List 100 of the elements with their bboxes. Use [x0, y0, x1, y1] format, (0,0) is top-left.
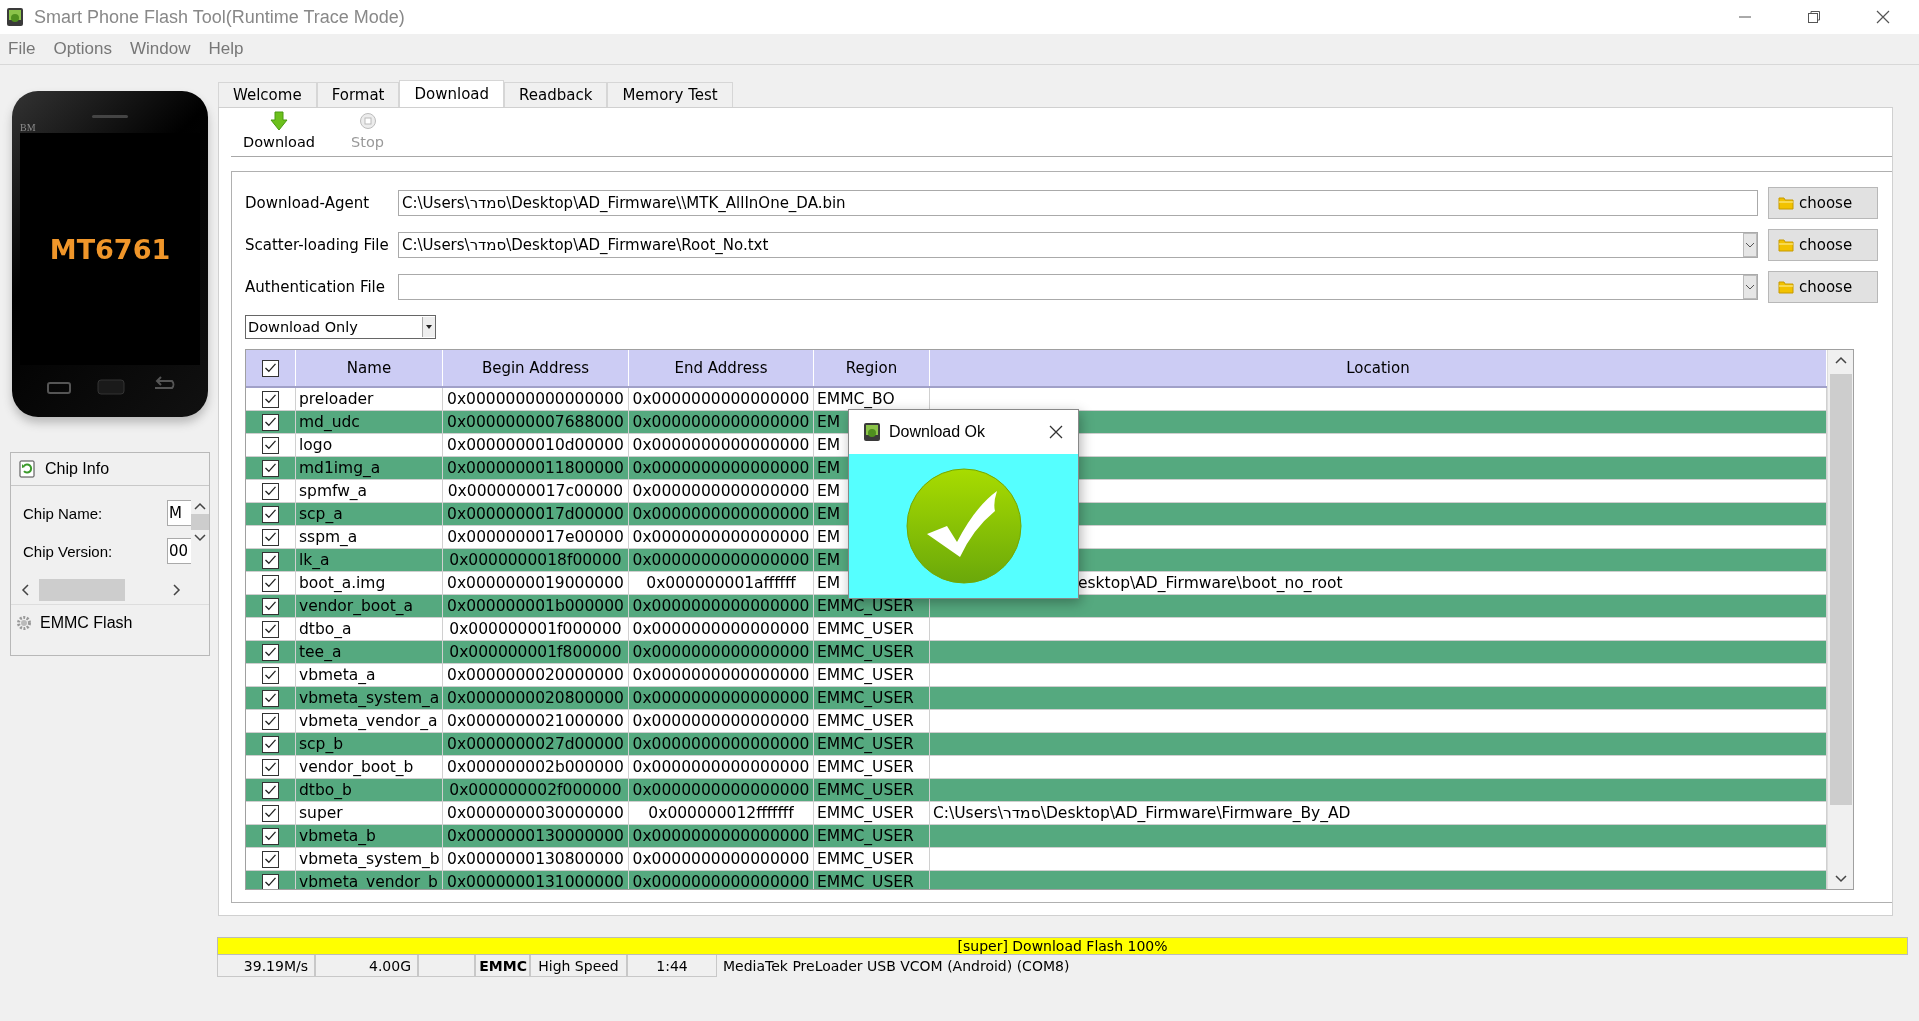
checkbox[interactable]: [262, 666, 279, 684]
table-cell: 0x0000000130800000: [443, 848, 629, 870]
table-cell: 0x0000000000000000: [629, 549, 814, 571]
table-cell: 0x000000001b000000: [443, 595, 629, 617]
close-icon[interactable]: [1875, 9, 1891, 25]
tab[interactable]: Download: [399, 80, 505, 107]
stop-icon: [358, 111, 377, 131]
table-cell: 0x0000000018f00000: [443, 549, 629, 571]
checkbox[interactable]: [262, 413, 279, 431]
table-cell: EMMC_USER: [814, 733, 930, 755]
checkbox[interactable]: [262, 528, 279, 546]
choose-button[interactable]: choose: [1768, 271, 1878, 303]
dropdown[interactable]: Download Only: [245, 315, 436, 339]
checkbox[interactable]: [262, 359, 279, 377]
table-cell: 0x0000000000000000: [629, 457, 814, 479]
status-cell: [418, 955, 475, 977]
table-cell: 0x0000000000000000: [443, 388, 629, 410]
scroll-down-icon[interactable]: [193, 532, 207, 544]
table-cell: EMMC_USER: [814, 871, 930, 889]
table-cell: scp_b: [296, 733, 443, 755]
restore-icon[interactable]: [1806, 9, 1822, 25]
tab[interactable]: Format: [316, 82, 400, 107]
checkbox[interactable]: [262, 574, 279, 592]
scrollbar-thumb[interactable]: [39, 579, 125, 601]
menu-item[interactable]: Options: [53, 39, 112, 59]
scroll-right-icon[interactable]: [171, 583, 183, 597]
table-cell: 0x000000001f800000: [443, 641, 629, 663]
checkbox[interactable]: [262, 643, 279, 661]
scroll-up-icon[interactable]: [193, 500, 207, 512]
close-icon[interactable]: [1048, 424, 1064, 440]
table-cell: EMMC_USER: [814, 756, 930, 778]
table-cell: md1img_a: [296, 457, 443, 479]
table-cell: vendor_boot_a: [296, 595, 443, 617]
checkbox[interactable]: [262, 804, 279, 822]
input-field[interactable]: 00: [167, 538, 191, 564]
checkbox[interactable]: [262, 850, 279, 868]
table-cell: 0x0000000021000000: [443, 710, 629, 732]
table-cell: 0x0000000027d00000: [443, 733, 629, 755]
menu-item[interactable]: File: [8, 39, 36, 59]
checkbox[interactable]: [262, 482, 279, 500]
checkbox[interactable]: [262, 505, 279, 523]
scrollbar-thumb[interactable]: [191, 514, 209, 530]
table-cell: EMMC_USER: [814, 802, 930, 824]
status-text: EMMC: [475, 955, 530, 977]
tab[interactable]: Readback: [504, 82, 608, 107]
choose-button[interactable]: choose: [1768, 187, 1878, 219]
tab[interactable]: Memory Test: [607, 82, 733, 107]
checkbox[interactable]: [262, 390, 279, 408]
table-cell: 0x0000000000000000: [629, 526, 814, 548]
table-cell: EMMC_USER: [814, 664, 930, 686]
tab[interactable]: Welcome: [218, 82, 317, 107]
field-label: Download-Agent: [245, 194, 371, 212]
table-cell: 0x0000000017d00000: [443, 503, 629, 525]
menu-item[interactable]: Help: [208, 39, 244, 59]
checkbox[interactable]: [262, 781, 279, 799]
table-cell: logo: [296, 434, 443, 456]
column-header[interactable]: End Address: [629, 350, 814, 386]
table-cell: md_udc: [296, 411, 443, 433]
down-arrow-icon: [270, 111, 289, 131]
toolbar-button[interactable]: Download: [243, 111, 316, 150]
checkbox[interactable]: [262, 436, 279, 454]
checkbox[interactable]: [262, 620, 279, 638]
folder-icon: [1778, 238, 1794, 252]
table-cell: EMMC_USER: [814, 779, 930, 801]
column-header[interactable]: Begin Address: [443, 350, 629, 386]
checkbox[interactable]: [262, 735, 279, 753]
chip-model-label: MT6761: [49, 233, 171, 265]
input-field[interactable]: M: [167, 500, 191, 526]
menu-item[interactable]: Window: [130, 39, 191, 59]
scrollbar-thumb[interactable]: [1829, 374, 1852, 805]
refresh-icon: [19, 460, 35, 478]
table-cell: 0x0000000000000000: [629, 779, 814, 801]
choose-button[interactable]: choose: [1768, 229, 1878, 261]
window-title: Smart Phone Flash Tool(Runtime Trace Mode): [34, 6, 406, 28]
panel-title: Chip Info: [45, 460, 110, 478]
table-cell: boot_a.img: [296, 572, 443, 594]
column-header[interactable]: Region: [814, 350, 930, 386]
table-cell: lk_a: [296, 549, 443, 571]
checkbox[interactable]: [262, 873, 279, 889]
checkbox[interactable]: [262, 459, 279, 477]
status-text: 1:44: [627, 955, 717, 977]
column-header[interactable]: Name: [296, 350, 443, 386]
folder-icon: [1778, 196, 1794, 210]
checkbox[interactable]: [262, 689, 279, 707]
checkbox[interactable]: [262, 758, 279, 776]
checkbox[interactable]: [262, 597, 279, 615]
app-icon: [863, 422, 881, 442]
table-cell: 0x0000000000000000: [629, 848, 814, 870]
combo-box[interactable]: C:\Users\סמדר\Desktop\AD_Firmware\Root_No.txt: [398, 232, 1758, 258]
table-cell: 0x0000000000000000: [629, 825, 814, 847]
checkbox[interactable]: [262, 551, 279, 569]
table-cell: 0x0000000010d00000: [443, 434, 629, 456]
table-cell: 0x0000000000000000: [629, 664, 814, 686]
table-cell: vbmeta_a: [296, 664, 443, 686]
scroll-left-icon[interactable]: [19, 583, 31, 597]
table-cell: 0x0000000017c00000: [443, 480, 629, 502]
input-field[interactable]: C:\Users\סמדר\Desktop\AD_Firmware\\MTK_AllInOne_DA.bin: [398, 190, 1758, 216]
checkbox[interactable]: [262, 827, 279, 845]
field-label: Chip Version:: [22, 542, 114, 560]
checkbox[interactable]: [262, 712, 279, 730]
